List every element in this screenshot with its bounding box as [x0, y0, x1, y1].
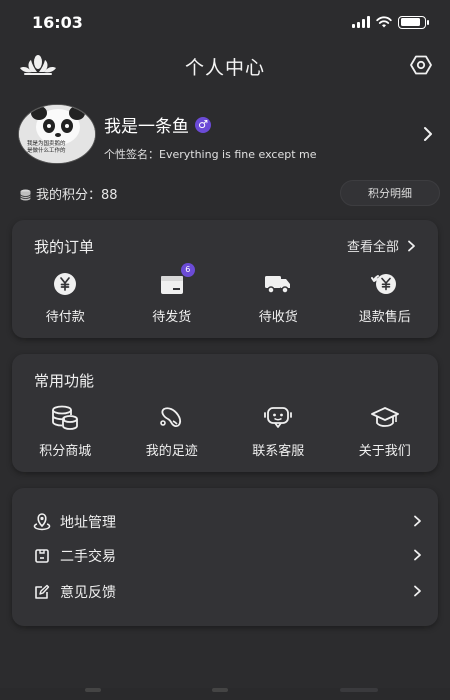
orders-card: 我的订单 查看全部 待付款 6 待发货 待收货 退款售后 [12, 220, 438, 338]
points-mall-item[interactable]: 积分商城 [12, 404, 119, 464]
order-pending-receipt[interactable]: 待收货 [225, 270, 332, 330]
status-bar: 16:03 [0, 0, 450, 44]
coins-icon [20, 186, 31, 205]
status-icons [352, 15, 429, 29]
order-pending-payment-label: 待付款 [45, 310, 85, 325]
orders-grid: 待付款 6 待发货 待收货 退款售后 [12, 263, 439, 330]
view-all-orders-button[interactable]: 查看全部 [347, 236, 416, 255]
signature: 个性签名：Everything is fine except me [104, 146, 316, 162]
chevron-right-icon [408, 240, 415, 251]
chevron-right-icon [414, 585, 421, 597]
second-hand-trade-row[interactable]: 二手交易 [32, 544, 422, 568]
username: 我是一条鱼 [104, 117, 189, 137]
settings-button[interactable] [406, 50, 436, 80]
signature-label: 个性签名： [104, 148, 159, 161]
graduation-cap-icon [370, 404, 400, 432]
battery-icon [398, 15, 429, 29]
settings-list-card: 地址管理 二手交易 意见反馈 [12, 488, 438, 626]
username-row: 我是一条鱼 ♂ [104, 112, 211, 137]
common-functions-title: 常用功能 [34, 372, 95, 390]
gear-icon [410, 55, 432, 75]
bottom-tab-bar [0, 688, 450, 700]
tab-home-icon[interactable] [85, 688, 101, 692]
wifi-icon [376, 16, 392, 28]
common-functions-grid: 积分商城 我的足迹 联系客服 关于我们 [12, 404, 438, 464]
feedback-icon [32, 582, 52, 602]
order-refund-label: 退款售后 [358, 310, 411, 325]
points-label: 我的积分：88 [36, 184, 118, 203]
male-gender-icon: ♂ [195, 116, 211, 133]
footprint-label: 我的足迹 [145, 444, 198, 459]
points-mall-label: 积分商城 [39, 444, 92, 459]
view-all-label: 查看全部 [346, 240, 399, 255]
location-icon [32, 512, 52, 532]
orders-title: 我的订单 [34, 238, 95, 256]
address-management-row[interactable]: 地址管理 [32, 510, 422, 534]
points-row: 我的积分：88 积分明细 [20, 180, 440, 208]
status-time: 16:03 [32, 12, 83, 32]
chevron-right-icon [414, 515, 421, 527]
chevron-right-icon[interactable] [422, 126, 434, 146]
address-management-label: 地址管理 [60, 515, 116, 531]
coins-stack-icon [50, 404, 80, 432]
chevron-right-icon [414, 549, 421, 561]
common-functions-card: 常用功能 积分商城 我的足迹 联系客服 关于我们 [12, 354, 438, 472]
points-label-text: 我的积分： [36, 188, 102, 203]
footprint-icon [157, 404, 187, 432]
order-pending-shipment-label: 待发货 [152, 310, 192, 325]
package-icon: 6 [157, 263, 195, 298]
points-value: 88 [101, 188, 118, 203]
customer-service-icon [263, 404, 293, 432]
tab-profile-icon[interactable] [340, 688, 378, 692]
feedback-label: 意见反馈 [60, 585, 116, 601]
yen-circle-icon [50, 270, 80, 298]
signature-text: Everything is fine except me [159, 148, 317, 161]
avatar-caption-line-1: 我是为国卖鹅的 [27, 141, 66, 147]
avatar[interactable]: 我是为国卖鹅的 是做什么工作的 [18, 104, 96, 164]
points-detail-button[interactable]: 积分明细 [340, 180, 440, 206]
lotus-logo-icon[interactable] [18, 54, 58, 80]
about-us-label: 关于我们 [358, 444, 411, 459]
refund-icon [370, 270, 400, 298]
trade-icon [32, 546, 52, 566]
nav-bar: 个人中心 [0, 46, 450, 86]
footprint-item[interactable]: 我的足迹 [119, 404, 226, 464]
avatar-caption: 我是为国卖鹅的 是做什么工作的 [27, 141, 89, 155]
order-refund[interactable]: 退款售后 [332, 270, 439, 330]
order-pending-receipt-label: 待收货 [258, 310, 298, 325]
customer-service-label: 联系客服 [252, 444, 305, 459]
page-title: 个人中心 [184, 56, 265, 79]
feedback-row[interactable]: 意见反馈 [32, 580, 422, 604]
about-us-item[interactable]: 关于我们 [332, 404, 439, 464]
avatar-caption-line-2: 是做什么工作的 [27, 148, 66, 154]
second-hand-trade-label: 二手交易 [60, 549, 116, 565]
order-pending-payment[interactable]: 待付款 [12, 270, 119, 330]
truck-icon [263, 270, 293, 298]
tab-category-icon[interactable] [212, 688, 228, 692]
panda-avatar-image [19, 105, 95, 163]
profile-header[interactable]: 我是为国卖鹅的 是做什么工作的 我是一条鱼 ♂ 个性签名：Everything … [18, 104, 438, 168]
signal-icon [352, 16, 370, 28]
order-pending-shipment[interactable]: 6 待发货 [119, 263, 226, 330]
customer-service-item[interactable]: 联系客服 [225, 404, 332, 464]
shipment-count-badge: 6 [180, 263, 195, 277]
